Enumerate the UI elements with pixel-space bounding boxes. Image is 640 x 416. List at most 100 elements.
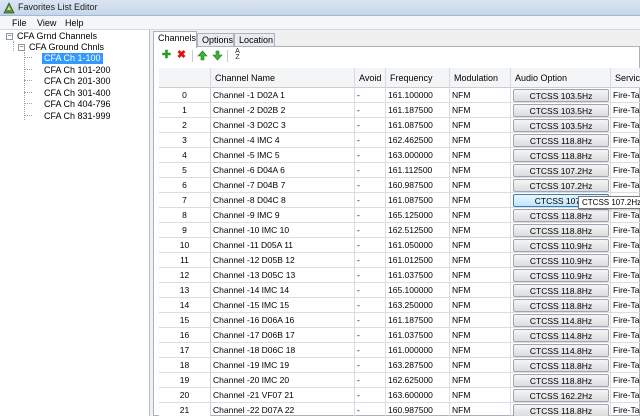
menu-file[interactable]: File bbox=[12, 18, 27, 28]
table-row[interactable]: 2 Channel -3 D02C 3-161.087500 NFM CTCSS 10… bbox=[159, 118, 640, 133]
cell-avoid[interactable]: - bbox=[355, 403, 386, 416]
cell-modulation[interactable]: NFM bbox=[450, 328, 511, 343]
audio-option-button[interactable]: CTCSS 118.8Hz bbox=[513, 284, 609, 297]
cell-modulation[interactable]: NFM bbox=[450, 343, 511, 358]
collapse-root-icon[interactable]: − bbox=[6, 33, 13, 40]
tree-group[interactable]: CFA Ground Chnls bbox=[29, 42, 104, 53]
cell-avoid[interactable]: - bbox=[355, 208, 386, 223]
cell-modulation[interactable]: NFM bbox=[450, 223, 511, 238]
cell-service[interactable]: Fire-Talk bbox=[611, 163, 640, 178]
cell-channel-name[interactable]: Channel -15 IMC 15 bbox=[211, 298, 355, 313]
delete-icon[interactable]: ✖ bbox=[175, 49, 188, 62]
cell-frequency[interactable]: 161.012500 bbox=[386, 253, 450, 268]
header-channel-name[interactable]: Channel Name bbox=[211, 68, 355, 88]
audio-option-button[interactable]: CTCSS 103.5Hz bbox=[513, 104, 609, 117]
cell-avoid[interactable]: - bbox=[355, 223, 386, 238]
audio-option-button[interactable]: CTCSS 114.8Hz bbox=[513, 329, 609, 342]
table-row[interactable]: 14 Channel -15 IMC 15-163.250000 NFM CTCSS … bbox=[159, 298, 640, 313]
audio-option-button[interactable]: CTCSS 110.9Hz bbox=[513, 254, 609, 267]
table-row[interactable]: 6 Channel -7 D04B 7-160.987500 NFM CTCSS 10… bbox=[159, 178, 640, 193]
cell-avoid[interactable]: - bbox=[355, 163, 386, 178]
cell-channel-name[interactable]: Channel -5 IMC 5 bbox=[211, 148, 355, 163]
cell-avoid[interactable]: - bbox=[355, 388, 386, 403]
table-row[interactable]: 13 Channel -14 IMC 14-165.100000 NFM CTCSS … bbox=[159, 283, 640, 298]
tab-location[interactable]: Location bbox=[234, 33, 275, 47]
table-row[interactable]: 16 Channel -17 D06B 17-161.037500 NFM CTCSS… bbox=[159, 328, 640, 343]
audio-option-button[interactable]: CTCSS 118.8Hz bbox=[513, 299, 609, 312]
tree-item-ch-101-200[interactable]: CFA Ch 101-200 bbox=[44, 65, 111, 76]
cell-frequency[interactable]: 160.987500 bbox=[386, 403, 450, 416]
cell-service[interactable]: Fire-Talk bbox=[611, 268, 640, 283]
cell-avoid[interactable]: - bbox=[355, 343, 386, 358]
cell-modulation[interactable]: NFM bbox=[450, 118, 511, 133]
cell-channel-name[interactable]: Channel -3 D02C 3 bbox=[211, 118, 355, 133]
audio-option-button[interactable]: CTCSS 162.2Hz bbox=[513, 389, 609, 402]
table-row[interactable]: 1 Channel -2 D02B 2-161.187500 NFM CTCSS 10… bbox=[159, 103, 640, 118]
cell-channel-name[interactable]: Channel -16 D06A 16 bbox=[211, 313, 355, 328]
cell-modulation[interactable]: NFM bbox=[450, 178, 511, 193]
cell-modulation[interactable]: NFM bbox=[450, 193, 511, 208]
cell-service[interactable]: Fire-Talk bbox=[611, 358, 640, 373]
cell-channel-name[interactable]: Channel -4 IMC 4 bbox=[211, 133, 355, 148]
collapse-group-icon[interactable]: − bbox=[18, 44, 25, 51]
cell-frequency[interactable]: 163.000000 bbox=[386, 148, 450, 163]
cell-service[interactable]: Fire-Talk bbox=[611, 223, 640, 238]
cell-modulation[interactable]: NFM bbox=[450, 373, 511, 388]
audio-option-button[interactable]: CTCSS 118.8Hz bbox=[513, 224, 609, 237]
tab-channels[interactable]: Channels bbox=[153, 31, 197, 48]
cell-service[interactable]: Fire-Talk bbox=[611, 298, 640, 313]
cell-modulation[interactable]: NFM bbox=[450, 298, 511, 313]
header-frequency[interactable]: Frequency bbox=[386, 68, 450, 88]
audio-option-button[interactable]: CTCSS 103.5Hz bbox=[513, 89, 609, 102]
cell-avoid[interactable]: - bbox=[355, 103, 386, 118]
cell-avoid[interactable]: - bbox=[355, 118, 386, 133]
cell-avoid[interactable]: - bbox=[355, 148, 386, 163]
cell-service[interactable]: Fire-Talk bbox=[611, 373, 640, 388]
cell-modulation[interactable]: NFM bbox=[450, 163, 511, 178]
table-row[interactable]: 19 Channel -20 IMC 20-162.625000 NFM CTCSS … bbox=[159, 373, 640, 388]
cell-frequency[interactable]: 163.287500 bbox=[386, 358, 450, 373]
cell-service[interactable]: Fire-Talk bbox=[611, 178, 640, 193]
audio-option-button[interactable]: CTCSS 118.8Hz bbox=[513, 374, 609, 387]
cell-avoid[interactable]: - bbox=[355, 358, 386, 373]
cell-frequency[interactable]: 162.625000 bbox=[386, 373, 450, 388]
table-row[interactable]: 10 Channel -11 D05A 11-161.050000 NFM CTCSS… bbox=[159, 238, 640, 253]
cell-service[interactable]: Fire-Talk bbox=[611, 313, 640, 328]
cell-frequency[interactable]: 163.600000 bbox=[386, 388, 450, 403]
cell-avoid[interactable]: - bbox=[355, 133, 386, 148]
table-row[interactable]: 9 Channel -10 IMC 10-162.512500 NFM CTCSS 1… bbox=[159, 223, 640, 238]
menu-help[interactable]: Help bbox=[65, 18, 84, 28]
cell-modulation[interactable]: NFM bbox=[450, 88, 511, 103]
cell-channel-name[interactable]: Channel -10 IMC 10 bbox=[211, 223, 355, 238]
cell-frequency[interactable]: 161.112500 bbox=[386, 163, 450, 178]
header-avoid[interactable]: Avoid bbox=[355, 68, 386, 88]
cell-channel-name[interactable]: Channel -8 D04C 8 bbox=[211, 193, 355, 208]
cell-frequency[interactable]: 161.037500 bbox=[386, 268, 450, 283]
tree-item-ch-831-999[interactable]: CFA Ch 831-999 bbox=[44, 111, 111, 122]
cell-modulation[interactable]: NFM bbox=[450, 358, 511, 373]
cell-modulation[interactable]: NFM bbox=[450, 148, 511, 163]
audio-option-button[interactable]: CTCSS 114.8Hz bbox=[513, 344, 609, 357]
cell-modulation[interactable]: NFM bbox=[450, 103, 511, 118]
cell-channel-name[interactable]: Channel -22 D07A 22 bbox=[211, 403, 355, 416]
cell-channel-name[interactable]: Channel -18 D06C 18 bbox=[211, 343, 355, 358]
table-row[interactable]: 15 Channel -16 D06A 16-161.187500 NFM CTCSS… bbox=[159, 313, 640, 328]
cell-avoid[interactable]: - bbox=[355, 88, 386, 103]
table-row[interactable]: 11 Channel -12 D05B 12-161.012500 NFM CTCSS… bbox=[159, 253, 640, 268]
audio-option-button[interactable]: CTCSS 118.8Hz bbox=[513, 209, 609, 222]
audio-option-button[interactable]: CTCSS 118.8Hz bbox=[513, 404, 609, 416]
audio-option-button[interactable]: CTCSS 114.8Hz bbox=[513, 314, 609, 327]
cell-frequency[interactable]: 162.512500 bbox=[386, 223, 450, 238]
cell-frequency[interactable]: 161.087500 bbox=[386, 193, 450, 208]
cell-frequency[interactable]: 163.250000 bbox=[386, 298, 450, 313]
cell-service[interactable]: Fire-Talk bbox=[611, 343, 640, 358]
header-service[interactable]: Service bbox=[611, 68, 640, 88]
cell-avoid[interactable]: - bbox=[355, 313, 386, 328]
table-row[interactable]: 8 Channel -9 IMC 9-165.125000 NFM CTCSS 118… bbox=[159, 208, 640, 223]
cell-frequency[interactable]: 161.050000 bbox=[386, 238, 450, 253]
table-row[interactable]: 0 Channel -1 D02A 1-161.100000 NFM CTCSS 10… bbox=[159, 88, 640, 103]
cell-channel-name[interactable]: Channel -2 D02B 2 bbox=[211, 103, 355, 118]
audio-option-button[interactable]: CTCSS 110.9Hz bbox=[513, 269, 609, 282]
cell-channel-name[interactable]: Channel -21 VF07 21 bbox=[211, 388, 355, 403]
table-row[interactable]: 20 Channel -21 VF07 21-163.600000 NFM CTCSS… bbox=[159, 388, 640, 403]
